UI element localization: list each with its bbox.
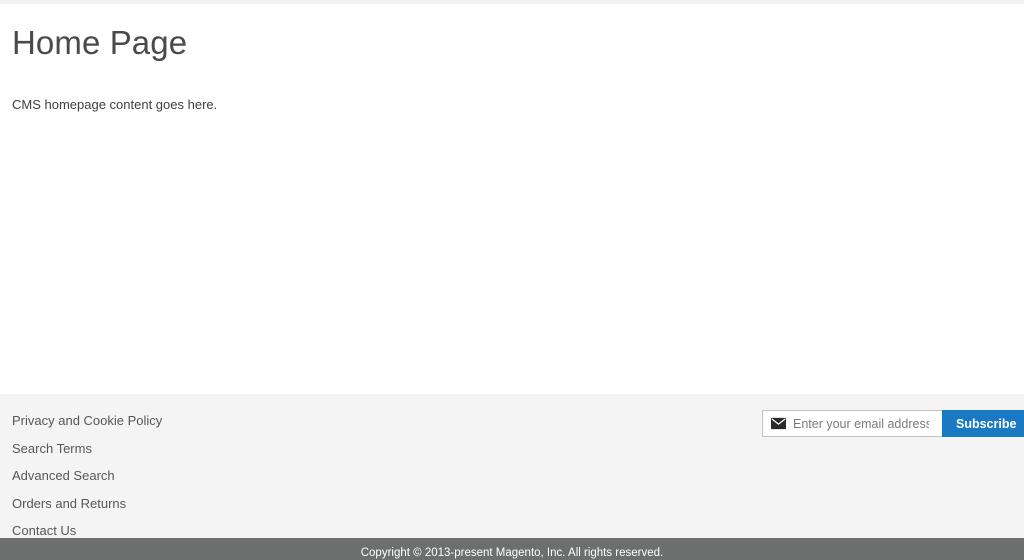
footer-link-advanced-search[interactable]: Advanced Search: [12, 468, 115, 483]
footer: Privacy and Cookie Policy Search Terms A…: [0, 394, 1024, 538]
page-title: Home Page: [12, 24, 188, 61]
footer-link-contact-us[interactable]: Contact Us: [12, 523, 76, 538]
subscribe-button[interactable]: Subscribe: [942, 410, 1024, 437]
newsletter-form: Subscribe: [762, 410, 1024, 437]
cms-content-text: CMS homepage content goes here.: [12, 97, 218, 112]
copyright-bar: Copyright © 2013-present Magento, Inc. A…: [0, 538, 1024, 560]
newsletter-email-input[interactable]: [793, 412, 929, 435]
envelope-icon: [771, 417, 786, 430]
footer-link-search-terms[interactable]: Search Terms: [12, 441, 92, 456]
footer-links-list: Privacy and Cookie Policy Search Terms A…: [12, 412, 162, 550]
list-item: Privacy and Cookie Policy: [12, 412, 162, 430]
footer-link-orders-and-returns[interactable]: Orders and Returns: [12, 496, 126, 511]
list-item: Orders and Returns: [12, 495, 162, 513]
newsletter-input-wrapper[interactable]: [762, 410, 942, 437]
copyright-text: Copyright © 2013-present Magento, Inc. A…: [360, 547, 664, 559]
main-content: Home Page CMS homepage content goes here…: [0, 4, 1024, 394]
footer-link-privacy-and-cookie-policy[interactable]: Privacy and Cookie Policy: [12, 413, 162, 428]
page-root: Home Page CMS homepage content goes here…: [0, 0, 1024, 560]
list-item: Advanced Search: [12, 467, 162, 485]
list-item: Search Terms: [12, 440, 162, 458]
